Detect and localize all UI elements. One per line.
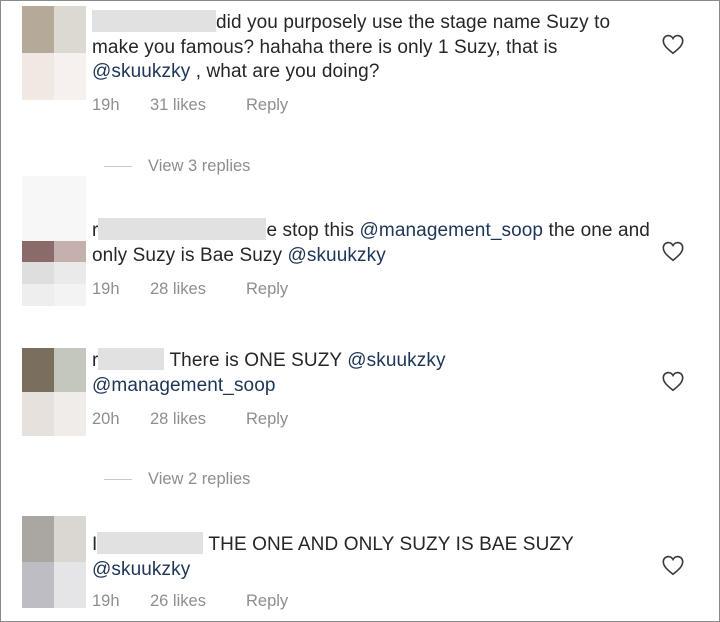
avatar-block: [54, 6, 86, 53]
heart-icon[interactable]: [661, 240, 685, 262]
avatar[interactable]: [22, 6, 86, 100]
comment-text: I THE ONE AND ONLY SUZY IS BAE SUZY @sku…: [92, 532, 652, 582]
mention-link[interactable]: @management_soop: [92, 375, 276, 396]
avatar[interactable]: [22, 516, 86, 608]
avatar-block: [54, 562, 86, 608]
avatar-block: [22, 6, 54, 53]
avatar-block: [22, 348, 54, 392]
timestamp: 19h: [92, 280, 120, 298]
redacted-username: [97, 532, 204, 554]
comment-meta: 20h 28 likes Reply: [92, 410, 288, 429]
comment-text: r There is ONE SUZY @skuukzky @management…: [92, 348, 652, 398]
likes-count[interactable]: 31 likes: [150, 96, 246, 115]
comment-meta: 19h 31 likes Reply: [92, 96, 288, 115]
comment-meta: 19h 28 likes Reply: [92, 280, 288, 299]
avatar-block: [22, 392, 54, 436]
comments-panel: [0, 0, 720, 622]
divider-line: [104, 479, 132, 480]
comment-body: THE ONE AND ONLY SUZY IS BAE SUZY: [203, 534, 574, 555]
avatar-block: [22, 53, 54, 100]
avatar-block: [54, 392, 86, 436]
mention-link[interactable]: @management_soop: [360, 220, 544, 241]
avatar-block: [22, 262, 54, 284]
avatar-block: [54, 284, 86, 306]
avatar-block: [54, 348, 86, 392]
avatar[interactable]: [22, 348, 86, 436]
reply-button[interactable]: Reply: [246, 96, 288, 115]
heart-icon[interactable]: [661, 554, 685, 576]
avatar-block: [54, 53, 86, 100]
view-replies-label: View 2 replies: [148, 470, 251, 488]
comment-body: e stop this: [266, 220, 360, 241]
heart-icon[interactable]: [661, 370, 685, 392]
avatar-block: [54, 176, 86, 241]
avatar-block: [22, 176, 54, 241]
mention-link[interactable]: @skuukzky: [92, 559, 190, 580]
view-replies-button[interactable]: View 3 replies: [104, 157, 250, 176]
comment-text: did you purposely use the stage name Suz…: [92, 10, 652, 85]
reply-button[interactable]: Reply: [246, 592, 288, 611]
avatar-block: [22, 562, 54, 608]
mention-link[interactable]: @skuukzky: [92, 61, 190, 82]
avatar-block: [54, 516, 86, 562]
comment-body: , what are you doing?: [190, 61, 380, 82]
mention-link[interactable]: @skuukzky: [287, 245, 385, 266]
likes-count[interactable]: 28 likes: [150, 410, 246, 429]
view-replies-label: View 3 replies: [148, 157, 251, 175]
timestamp: 20h: [92, 410, 120, 428]
redacted-username: [98, 348, 165, 370]
heart-icon[interactable]: [661, 33, 685, 55]
redacted-username: [92, 10, 216, 32]
view-replies-button[interactable]: View 2 replies: [104, 470, 250, 489]
avatar-block: [22, 284, 54, 306]
timestamp: 19h: [92, 592, 120, 610]
reply-button[interactable]: Reply: [246, 280, 288, 299]
likes-count[interactable]: 28 likes: [150, 280, 246, 299]
comment-meta: 19h 26 likes Reply: [92, 592, 288, 611]
divider-line: [104, 166, 132, 167]
comment-body: There is ONE SUZY: [164, 350, 348, 371]
reply-button[interactable]: Reply: [246, 410, 288, 429]
mention-link[interactable]: @skuukzky: [347, 350, 445, 371]
comment-text: re stop this @management_soop the one an…: [92, 218, 652, 268]
avatar-block: [54, 262, 86, 284]
redacted-username: [98, 218, 267, 240]
timestamp: 19h: [92, 96, 120, 114]
avatar-lower: [22, 262, 86, 306]
avatar-block: [22, 516, 54, 562]
likes-count[interactable]: 26 likes: [150, 592, 246, 611]
